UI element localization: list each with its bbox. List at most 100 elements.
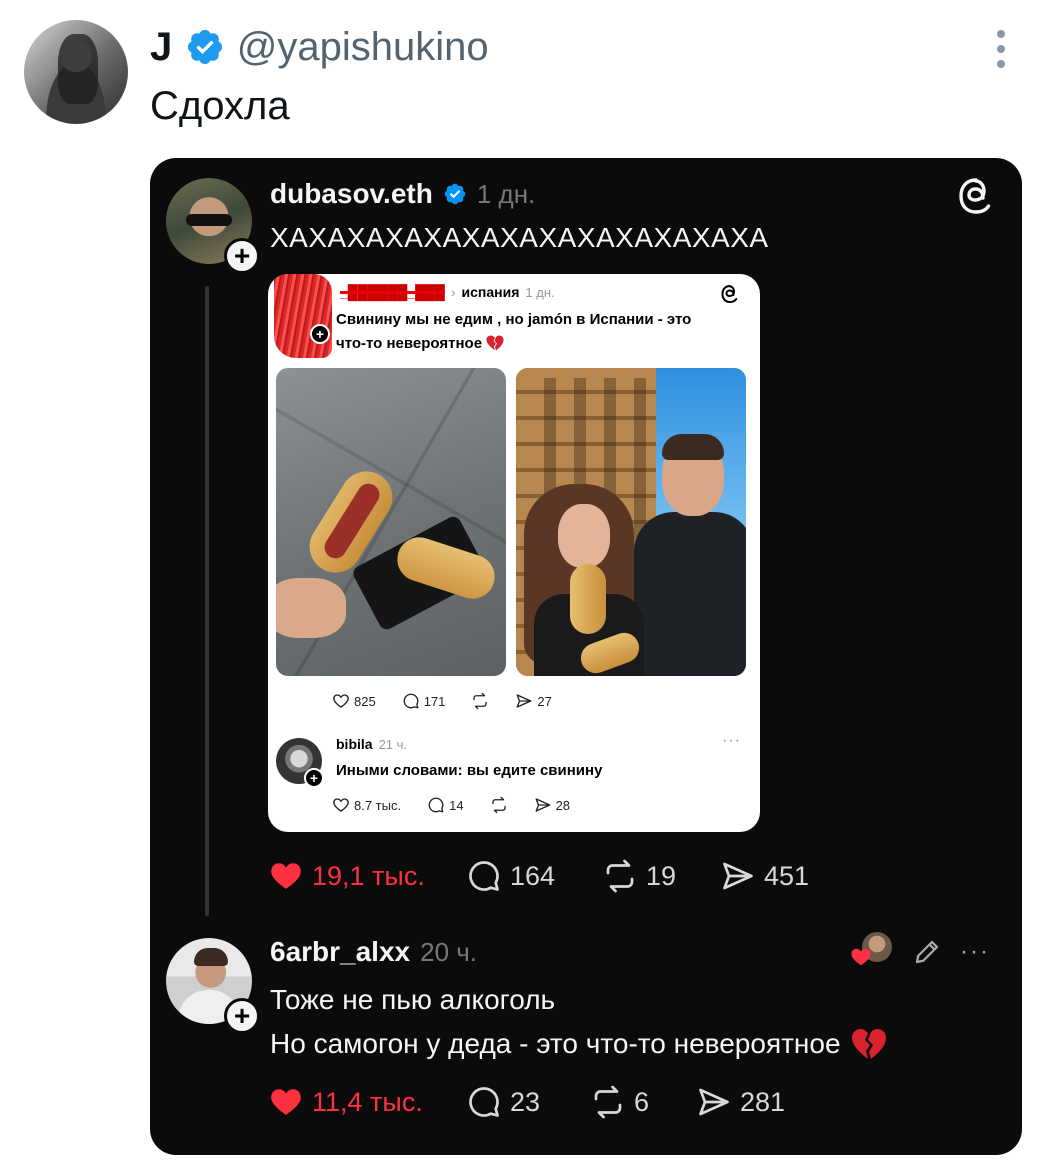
comment-stat: 14 bbox=[427, 796, 464, 814]
like-count: 11,4 тыс. bbox=[312, 1086, 423, 1117]
comment-count: 164 bbox=[510, 860, 556, 891]
repost-count: 19 bbox=[646, 860, 677, 891]
share-stat: 451 bbox=[720, 858, 809, 894]
embedded-post-time: 1 дн. bbox=[525, 284, 555, 300]
threads-post-text: ХАХАХАХАХАХАХАХАХАХАХАХАХА bbox=[270, 222, 769, 253]
follow-plus-icon: + bbox=[224, 998, 260, 1034]
share-stat: 281 bbox=[696, 1084, 785, 1120]
share-count: 27 bbox=[537, 693, 552, 709]
repost-stat bbox=[490, 796, 508, 814]
share-count: 451 bbox=[764, 860, 810, 891]
verified-badge-icon bbox=[444, 183, 466, 205]
more-options-icon: ··· bbox=[722, 732, 741, 749]
follow-plus-icon: + bbox=[310, 324, 330, 344]
redacted-username: _██████_███ bbox=[340, 284, 445, 300]
repost-icon bbox=[473, 692, 488, 710]
embedded-post-header: _██████_███ › испания 1 дн. bbox=[340, 284, 555, 300]
couple-selfie-photo bbox=[516, 368, 746, 676]
tweet-header: J @yapishukino bbox=[150, 22, 489, 72]
bibila-reply-text: Иными словами: вы едите свинину bbox=[336, 762, 603, 779]
heart-filled-icon bbox=[271, 863, 301, 889]
more-options-icon[interactable] bbox=[984, 24, 1018, 74]
pencil-icon bbox=[915, 940, 939, 964]
embedded-post-text-line1: Свинину мы не едим , но jamón в Испании … bbox=[336, 311, 692, 328]
embedded-post-text-line2: что-то невероятное bbox=[336, 335, 483, 352]
share-count: 28 bbox=[555, 797, 571, 813]
comment-icon bbox=[403, 693, 419, 709]
repost-icon bbox=[606, 859, 634, 893]
threads-post-stats: 19,1 тыс. 164 19 451 bbox=[268, 858, 809, 894]
bibila-reply-stats: 8.7 тыс. 14 28 bbox=[332, 796, 570, 814]
threads-screenshot[interactable]: + dubasov.eth 1 дн. ХАХАХАХАХАХАХАХАХАХА… bbox=[150, 158, 1022, 1155]
like-stat: 11,4 тыс. bbox=[268, 1085, 466, 1119]
share-count: 281 bbox=[740, 1086, 786, 1117]
share-icon bbox=[723, 862, 753, 890]
tweet-text: Сдохла bbox=[150, 84, 290, 128]
share-icon bbox=[516, 694, 532, 708]
comment-stat: 23 bbox=[466, 1084, 590, 1120]
reply-username: 6arbr_alxx bbox=[270, 936, 411, 967]
thread-connector-line bbox=[205, 286, 209, 916]
repost-stat: 6 bbox=[590, 1084, 696, 1120]
comment-count: 171 bbox=[423, 693, 446, 709]
broken-heart-icon bbox=[851, 1029, 886, 1059]
like-stat: 19,1 тыс. bbox=[268, 859, 466, 893]
bibila-reply-header: bibila 21 ч. bbox=[336, 736, 407, 752]
like-count: 8.7 тыс. bbox=[354, 797, 402, 813]
reply-actions: ··· bbox=[850, 932, 990, 972]
threads-post-time: 1 дн. bbox=[476, 178, 536, 209]
reply-arrow-icon: › bbox=[450, 284, 456, 300]
repost-stat bbox=[471, 692, 489, 710]
threads-post-header: dubasov.eth 1 дн. bbox=[270, 174, 535, 214]
repost-icon bbox=[491, 796, 506, 814]
bibila-time: 21 ч. bbox=[378, 736, 408, 752]
follow-plus-icon: + bbox=[304, 768, 324, 788]
reply-stats: 11,4 тыс. 23 6 281 bbox=[268, 1084, 785, 1120]
tweet-handle[interactable]: @yapishukino bbox=[237, 25, 489, 70]
repost-stat: 19 bbox=[602, 858, 720, 894]
heart-icon bbox=[333, 798, 349, 812]
comment-count: 14 bbox=[449, 797, 464, 813]
follow-plus-icon: + bbox=[224, 238, 260, 274]
redacted-avatar bbox=[274, 274, 332, 358]
share-icon bbox=[699, 1088, 729, 1116]
tweet-author-avatar[interactable] bbox=[24, 20, 128, 124]
comment-stat: 171 bbox=[402, 692, 446, 710]
repost-count: 6 bbox=[634, 1086, 650, 1117]
reply-time: 20 ч. bbox=[420, 936, 478, 967]
threads-logo-icon bbox=[721, 285, 738, 304]
heart-filled-icon bbox=[271, 1089, 301, 1115]
comment-count: 23 bbox=[510, 1086, 541, 1117]
embedded-post-stats: 825 171 27 bbox=[332, 692, 552, 710]
author-liked-indicator bbox=[850, 932, 894, 972]
heart-filled-icon bbox=[851, 948, 871, 966]
verified-badge-icon bbox=[187, 29, 222, 65]
like-stat: 8.7 тыс. bbox=[332, 796, 401, 814]
share-icon bbox=[535, 798, 550, 812]
share-stat: 28 bbox=[534, 796, 570, 814]
heart-icon bbox=[333, 694, 349, 708]
reply-text-line1: Тоже не пью алкоголь bbox=[270, 984, 556, 1015]
comment-stat: 164 bbox=[466, 858, 602, 894]
reply-text-line2-row: Но самогон у деда - это что-то невероятн… bbox=[270, 1028, 887, 1060]
threads-post-username: dubasov.eth bbox=[270, 178, 433, 209]
like-count: 19,1 тыс. bbox=[312, 860, 425, 891]
comment-icon bbox=[428, 797, 444, 813]
ham-sandwich-photo bbox=[276, 368, 506, 676]
comment-icon bbox=[469, 1087, 499, 1117]
embedded-screenshot: + _██████_███ › испания 1 дн. Свинину мы… bbox=[268, 274, 760, 832]
embedded-reply-to: испания bbox=[461, 284, 520, 300]
share-stat: 27 bbox=[515, 692, 552, 710]
broken-heart-icon bbox=[486, 335, 504, 351]
like-count: 825 bbox=[354, 693, 376, 709]
bibila-username: bibila bbox=[336, 736, 373, 752]
repost-icon bbox=[594, 1085, 622, 1119]
like-stat: 825 bbox=[332, 692, 376, 710]
reply-header: 6arbr_alxx 20 ч. bbox=[270, 932, 477, 972]
comment-icon bbox=[469, 861, 499, 891]
more-options-icon: ··· bbox=[960, 938, 990, 965]
threads-logo-icon bbox=[959, 178, 991, 214]
reply-text-line2: Но самогон у деда - это что-то невероятн… bbox=[270, 1028, 841, 1059]
tweet-display-name[interactable]: J bbox=[150, 25, 173, 70]
embedded-post-text: Свинину мы не едим , но jamón в Испании … bbox=[336, 308, 736, 356]
